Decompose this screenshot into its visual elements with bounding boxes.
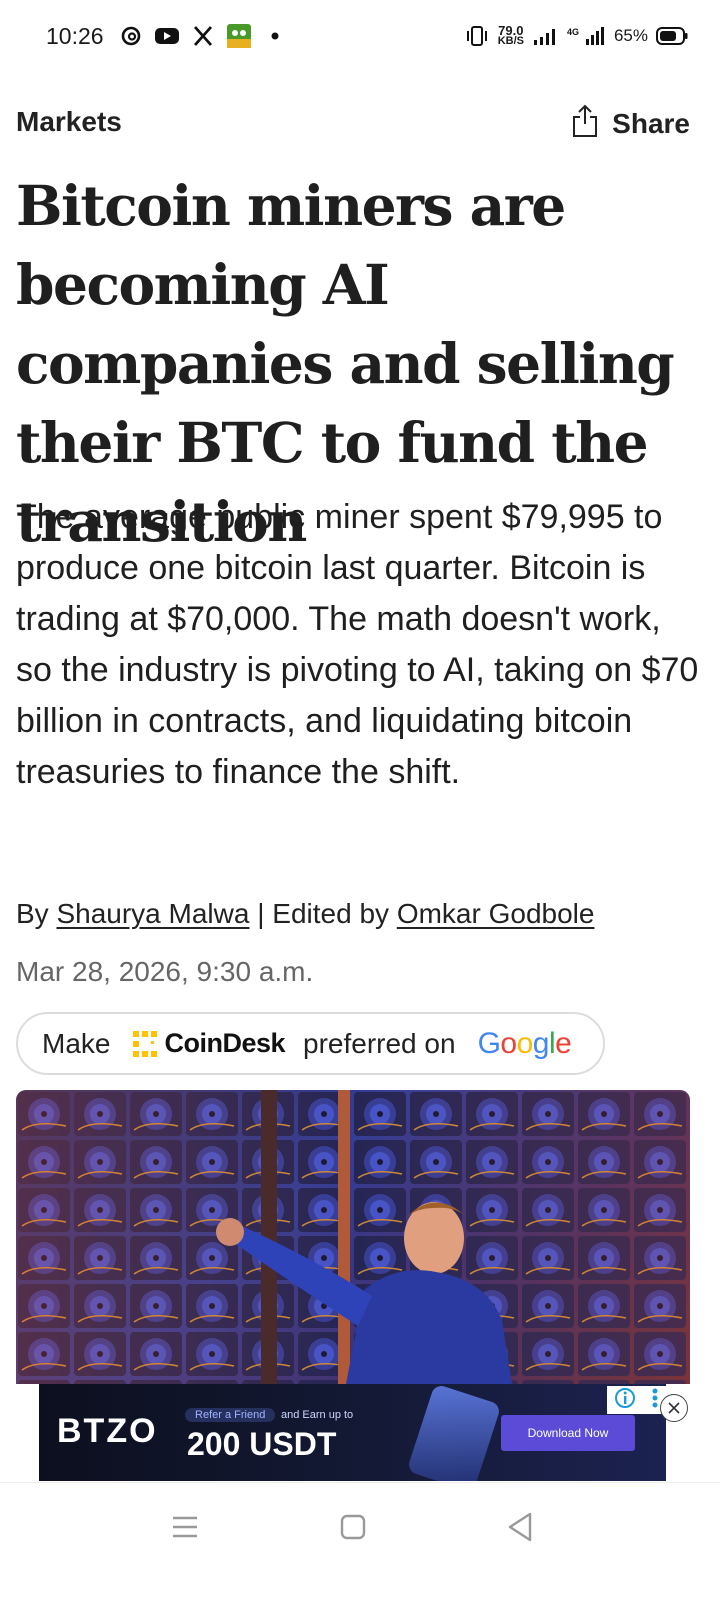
coindesk-mark-icon [133,1030,158,1057]
google-letter: e [555,1026,572,1060]
ad-close-icon[interactable] [660,1394,688,1422]
ad-earn-text: and Earn up to [281,1409,354,1421]
google-letter: o [516,1026,534,1060]
ad-choices[interactable] [607,1386,666,1414]
article-summary: The average public miner spent $79,995 t… [16,498,699,791]
battery-icon [656,23,688,49]
menu-icon [173,1516,197,1538]
back-button[interactable] [490,1509,550,1545]
home-button[interactable] [323,1509,383,1545]
notification-dot-icon [262,23,288,49]
share-label: Share [612,107,690,139]
pref-middle: preferred on [303,1027,456,1059]
google-logo: Google [478,1027,572,1061]
mining-farm-photo [16,1090,690,1384]
google-letter: G [477,1026,501,1060]
ad-banner[interactable]: BTZO Refer a Friend and Earn up to 200 U… [39,1384,666,1481]
ad-info-icon[interactable] [614,1387,636,1414]
hero-image [16,1090,690,1384]
ad-brand: BTZO [57,1412,158,1450]
status-time: 10:26 [46,22,104,49]
edited-by-label: | Edited by [257,898,390,929]
share-button[interactable]: Share [572,104,690,143]
byline: By Shaurya Malwa | Edited by Omkar Godbo… [16,898,594,930]
youtube-icon [154,23,180,49]
share-icon [572,104,598,143]
status-app-icons [118,23,288,49]
svg-text:4G: 4G [567,27,579,37]
signal-4g-icon: 4G [566,23,606,49]
editor-link[interactable]: Omkar Godbole [397,898,595,929]
network-speed-unit: KB/S [497,35,524,47]
status-bar: 10:26 79.0 KB/S 4G 65% [0,0,720,72]
status-indicators: 79.0 KB/S 4G 65% [464,23,688,49]
ad-phone-illustration [406,1384,502,1481]
google-preferred-source-button[interactable]: Make CoinDesk preferred on Google [16,1012,605,1075]
network-speed: 79.0 KB/S [497,24,524,47]
google-letter: o [500,1026,517,1060]
x-icon [190,23,216,49]
threads-icon [118,23,144,49]
byline-prefix: By [16,898,49,929]
google-letter: g [532,1026,550,1060]
signal-icon [532,23,558,49]
game-icon [226,23,252,49]
coindesk-logo: CoinDesk [130,1028,286,1059]
vibrate-icon [464,23,490,49]
back-icon [508,1512,532,1542]
ad-refer-tag: Refer a Friend [185,1408,276,1422]
system-nav-bar [0,1482,720,1600]
pref-prefix: Make [42,1027,111,1059]
recent-apps-button[interactable] [155,1509,215,1545]
section-label[interactable]: Markets [16,106,122,138]
ad-download-button[interactable]: Download Now [501,1415,635,1451]
ad-more-icon[interactable] [651,1387,659,1414]
battery-percent: 65% [613,26,648,45]
ad-amount: 200 USDT [187,1426,337,1462]
home-icon [340,1514,366,1540]
coindesk-wordmark: CoinDesk [164,1028,286,1058]
publish-date: Mar 28, 2026, 9:30 a.m. [16,956,314,987]
author-link[interactable]: Shaurya Malwa [56,898,249,929]
